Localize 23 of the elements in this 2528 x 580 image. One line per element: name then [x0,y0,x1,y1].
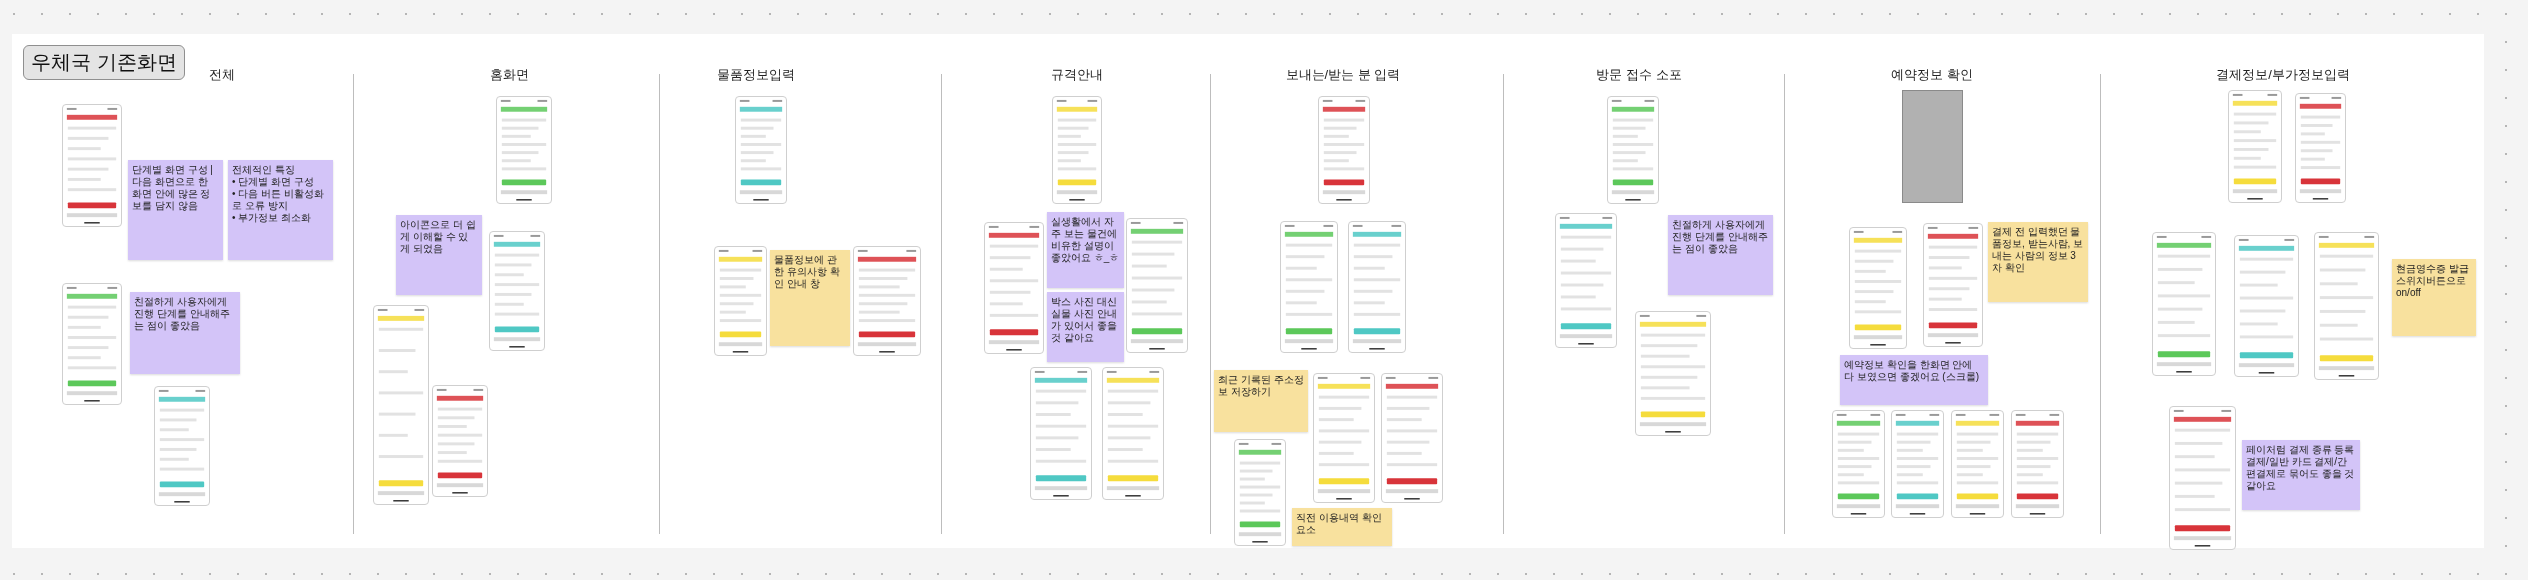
sticky-note: 페이처럼 결제 종류 등록결제/일반 카드 결제/간편결제로 묶어도 좋을 것 같아요 [2242,440,2360,510]
section-heading: 보내는/받는 분 입력 [1285,66,1401,84]
section-heading: 전체 [209,66,235,84]
section-heading: 방문 접수 소포 [1596,66,1682,84]
sticky-note: 최근 기록된 주소정보 저장하기 [1214,370,1308,432]
section-heading: 물품정보입력 [717,66,795,84]
board-title: 우체국 기존화면 [23,45,185,80]
sticky-note: 친절하게 사용자에게 진행 단계를 안내해주는 점이 좋았음 [1668,215,1773,295]
sticky-note: 박스 사진 대신 실물 사진 안내가 있어서 좋을 것 같아요 [1047,292,1124,362]
section-heading: 규격안내 [1051,66,1103,84]
sticky-note: 현금영수증 발급 스위치버튼으로 on/off [2392,259,2476,336]
section-heading: 예약정보 확인 [1891,66,1973,84]
sticky-note: 예약정보 확인을 한화면 안에 다 보였으면 좋겠어요 (스크롤) [1840,355,1988,405]
section-heading: 결제정보/부가정보입력 [2216,66,2350,84]
sticky-note: 결제 전 입력했던 물품정보, 받는사람, 보내는 사람의 정보 3차 확인 [1988,222,2088,302]
sticky-note: 친절하게 사용자에게 진행 단계를 안내해주는 점이 좋았음 [130,292,240,374]
section-heading: 홈화면 [489,66,529,84]
sticky-note: 직전 이용내역 확인 요소 [1292,508,1392,546]
sticky-note: 단계별 화면 구성 | 다음 화면으로 한 화면 안에 많은 정보를 담지 않음 [128,160,223,260]
sticky-note: 아이콘으로 더 쉽게 이해할 수 있게 되었음 [396,215,482,295]
sticky-note: 전체적인 특징 • 단계별 화면 구성 • 다음 버튼 비활성화로 오류 방지 • 부가정보 최소화 [228,160,333,260]
sticky-note: 물품정보에 관한 유의사항 확인 안내 창 [770,250,850,346]
sticky-note: 실생활에서 자주 보는 물건에 비유한 설명이 좋았어요 ㅎ_ㅎ [1047,212,1124,288]
